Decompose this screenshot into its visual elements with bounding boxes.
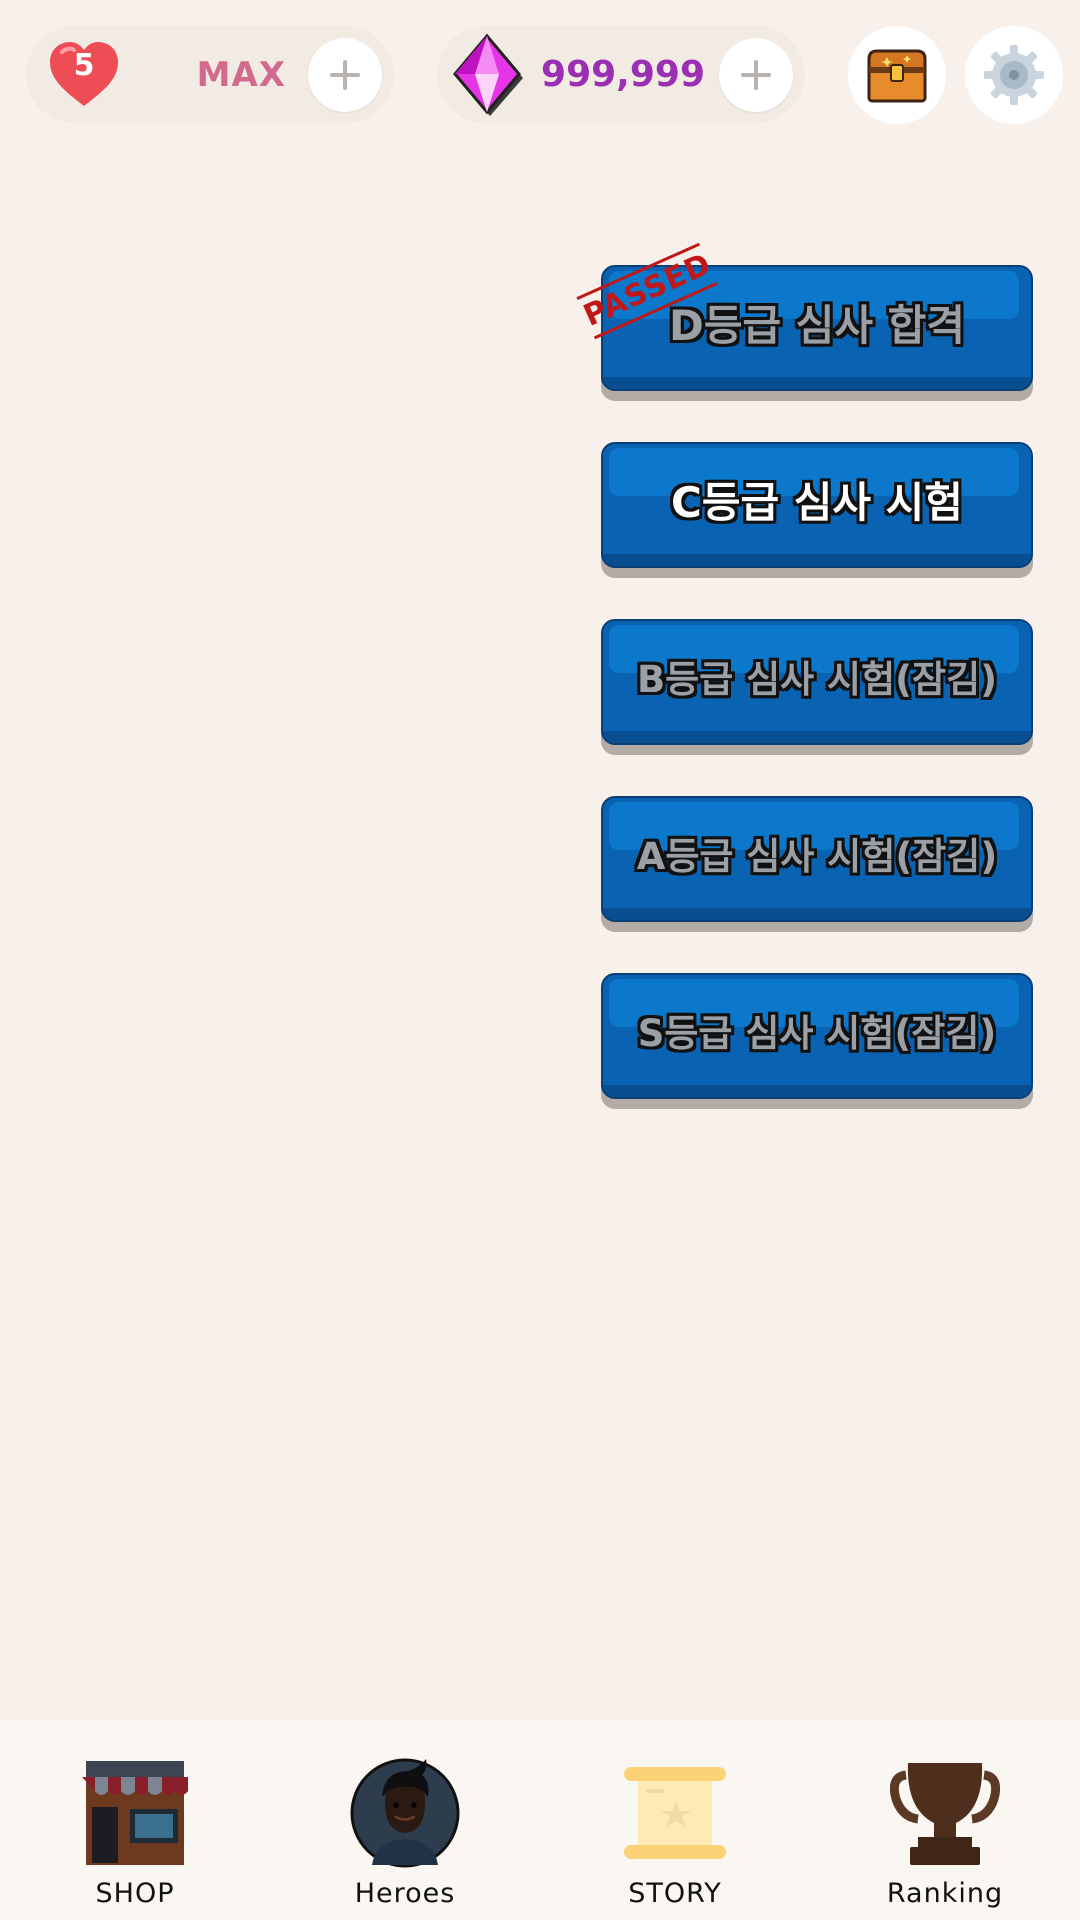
bottom-nav: SHOP Heroes STORY Ranking [0, 1721, 1080, 1920]
exam-b-label: B등급 심사 시험(잠김) [636, 658, 998, 701]
add-hearts-button[interactable] [308, 38, 382, 112]
exam-c-label: C등급 심사 시험 [671, 478, 963, 527]
treasure-chest-button[interactable] [848, 26, 946, 124]
treasure-chest-icon [867, 49, 927, 103]
hero-avatar-icon [350, 1758, 460, 1868]
scroll-icon [624, 1767, 726, 1859]
nav-heroes-label: Heroes [354, 1878, 456, 1909]
gear-icon [984, 45, 1044, 105]
gem-icon [449, 32, 527, 118]
shop-icon [82, 1761, 188, 1865]
exam-s-button[interactable]: S등급 심사 시험(잠김) [601, 973, 1033, 1109]
hearts-counter: 5 MAX [26, 26, 394, 123]
exam-c-button[interactable]: C등급 심사 시험 [601, 442, 1033, 578]
nav-heroes[interactable]: Heroes [270, 1721, 540, 1920]
exam-a-button[interactable]: A등급 심사 시험(잠김) [601, 796, 1033, 932]
heart-count: 5 [73, 48, 95, 83]
gems-counter: 999,999 [437, 26, 805, 123]
gem-amount: 999,999 [541, 54, 705, 95]
nav-shop-label: SHOP [95, 1878, 175, 1909]
exam-b-button[interactable]: B등급 심사 시험(잠김) [601, 619, 1033, 755]
exam-s-label: S등급 심사 시험(잠김) [637, 1012, 997, 1055]
settings-button[interactable] [965, 26, 1063, 124]
add-gems-button[interactable] [719, 38, 793, 112]
nav-ranking-label: Ranking [886, 1878, 1004, 1909]
nav-ranking[interactable]: Ranking [810, 1721, 1080, 1920]
hearts-max-label: MAX [196, 55, 286, 95]
nav-shop[interactable]: SHOP [0, 1721, 270, 1920]
nav-story-label: STORY [628, 1878, 722, 1909]
trophy-icon [890, 1763, 1000, 1865]
exam-a-label: A등급 심사 시험(잠김) [636, 835, 998, 878]
exam-list: D등급 심사 합격 C등급 심사 시험 B등급 심사 시험(잠김) A등급 심사… [601, 265, 1033, 1150]
nav-story[interactable]: STORY [540, 1721, 810, 1920]
